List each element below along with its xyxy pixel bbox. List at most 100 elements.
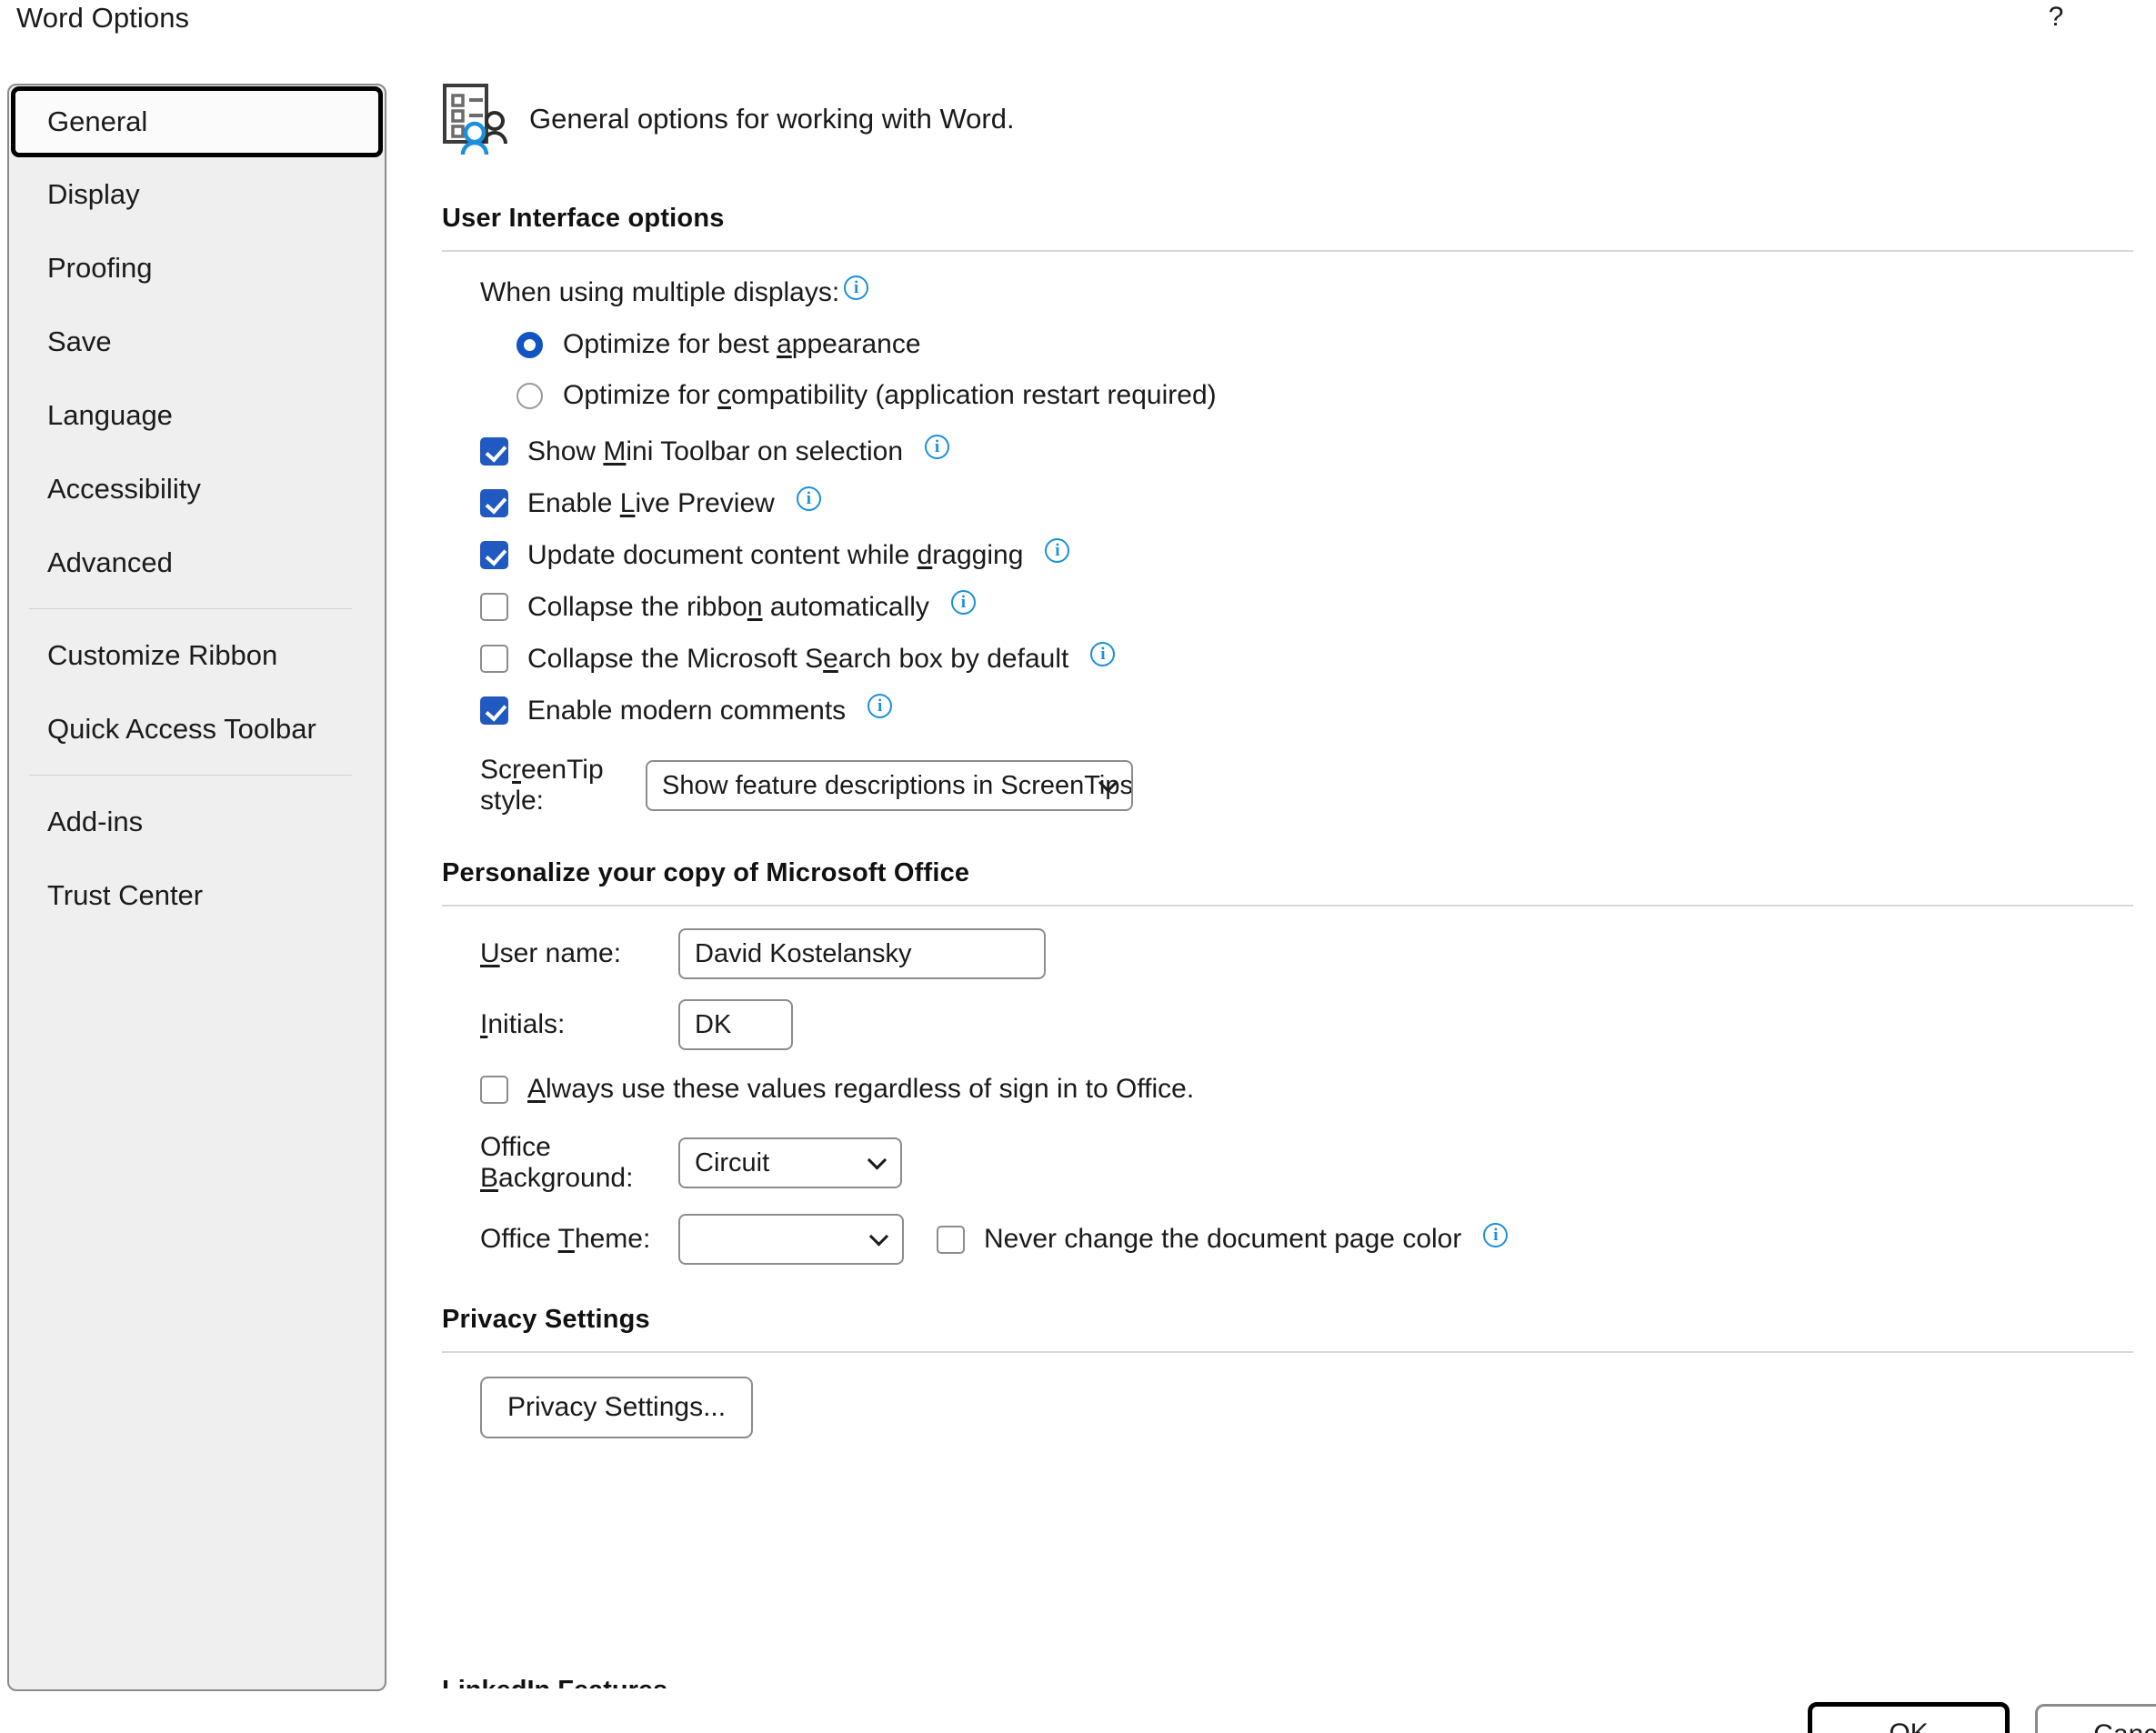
multiple-displays-text: When using multiple displays: (480, 277, 839, 308)
always-use-values-label: Always use these values regardless of si… (527, 1074, 1194, 1105)
info-icon[interactable]: i (925, 435, 949, 459)
office-theme-label-pre: Office (480, 1224, 558, 1254)
office-bg-label-post: ackground: (498, 1163, 633, 1193)
office-background-row: Office Background: Circuit (480, 1132, 2133, 1194)
personalize-body: User name: David Kostelansky Initials: D… (442, 928, 2133, 1265)
sidebar-item-label: General (47, 105, 147, 137)
ui-checkbox-row-4[interactable]: Collapse the Microsoft Search box by def… (480, 642, 2133, 676)
section-heading-ui-options: User Interface options (442, 204, 2133, 234)
ui-checkbox-row-5[interactable]: Enable modern commentsi (480, 694, 2133, 727)
section-heading-privacy: Privacy Settings (442, 1305, 2133, 1335)
checkbox[interactable] (480, 489, 508, 517)
user-name-label-accel: U (480, 938, 500, 968)
office-background-value: Circuit (695, 1148, 769, 1178)
word-options-dialog: Word Options ? General Display Proofing Sav… (0, 0, 2156, 1733)
sidebar-item-label: Save (47, 326, 112, 357)
never-change-page-color-row[interactable]: Never change the document page color i (937, 1223, 1508, 1257)
sidebar-item-display[interactable]: Display (9, 157, 385, 231)
office-bg-label-pre: Office (480, 1132, 551, 1162)
checkbox-label: Enable Live Preview (527, 488, 775, 519)
sidebar-item-label: Display (47, 178, 140, 210)
screentip-style-row: ScreenTip style: Show feature descriptio… (480, 755, 2133, 816)
sidebar-item-customize-ribbon[interactable]: Customize Ribbon (9, 618, 385, 692)
sidebar-divider (29, 608, 352, 609)
sidebar-divider (29, 775, 352, 776)
checkbox-label: Collapse the Microsoft Search box by def… (527, 644, 1068, 675)
sidebar-item-accessibility[interactable]: Accessibility (9, 452, 385, 526)
sidebar-item-label: Accessibility (47, 473, 201, 505)
office-background-dropdown[interactable]: Circuit (678, 1137, 902, 1188)
sidebar-item-trust-center[interactable]: Trust Center (9, 858, 385, 932)
section-divider (442, 905, 2133, 907)
radio-button[interactable] (516, 332, 543, 358)
sidebar-item-add-ins[interactable]: Add-ins (9, 785, 385, 858)
cancel-button[interactable]: Cancel (2035, 1704, 2156, 1733)
sidebar-item-label: Add-ins (47, 806, 143, 837)
info-icon[interactable]: i (1483, 1223, 1508, 1247)
sidebar-item-label: Advanced (47, 546, 173, 578)
initials-input[interactable]: DK (678, 999, 793, 1050)
info-icon[interactable]: i (797, 486, 821, 511)
chevron-down-icon (867, 1150, 887, 1169)
page-title: Word Options (16, 2, 189, 35)
office-theme-dropdown[interactable] (678, 1214, 904, 1265)
info-icon[interactable]: i (867, 694, 892, 718)
checkbox[interactable] (480, 593, 508, 621)
sidebar-item-general[interactable]: General (11, 86, 383, 157)
radio-label: Optimize for best appearance (563, 329, 921, 360)
user-name-label-post: ser name: (500, 938, 621, 968)
initials-label-post: nitials: (487, 1009, 565, 1039)
user-name-input[interactable]: David Kostelansky (678, 928, 1046, 979)
screentip-style-dropdown[interactable]: Show feature descriptions in ScreenTips (646, 760, 1133, 811)
initials-label: Initials: (480, 1009, 678, 1040)
options-person-icon (442, 84, 509, 155)
sidebar-nav: General Display Proofing Save Language Access… (7, 84, 386, 1691)
checkbox-label: Show Mini Toolbar on selection (527, 436, 903, 467)
sidebar-item-label: Customize Ribbon (47, 639, 277, 671)
checkbox[interactable] (480, 541, 508, 569)
checkbox[interactable] (480, 696, 508, 725)
multiple-displays-label: When using multiple displays: i (480, 275, 2133, 309)
ui-checkbox-row-3[interactable]: Collapse the ribbon automatically i (480, 590, 2133, 624)
always-use-values-checkbox-row[interactable]: Always use these values regardless of si… (480, 1074, 2133, 1105)
ui-checkbox-row-0[interactable]: Show Mini Toolbar on selection i (480, 435, 2133, 468)
office-theme-label-accel: T (558, 1224, 575, 1254)
always-use-post: lways use these values regardless of sig… (546, 1074, 1194, 1104)
checkbox-label: Collapse the ribbon automatically (527, 592, 929, 623)
displays-radio-option-1[interactable]: Optimize for compatibility (application … (480, 380, 2133, 411)
chevron-down-icon (869, 1227, 888, 1246)
info-icon[interactable]: i (844, 275, 868, 300)
sidebar-item-label: Trust Center (47, 879, 203, 911)
sidebar-item-quick-access-toolbar[interactable]: Quick Access Toolbar (9, 692, 385, 766)
screentip-label-accel: r (512, 755, 521, 785)
office-theme-row: Office Theme: Never change the document … (480, 1214, 2133, 1265)
always-use-values-checkbox[interactable] (480, 1076, 508, 1104)
radio-button[interactable] (516, 383, 543, 409)
help-icon[interactable]: ? (2040, 2, 2072, 35)
never-change-page-color-checkbox[interactable] (937, 1226, 965, 1254)
ui-checkbox-row-1[interactable]: Enable Live Preview i (480, 486, 2133, 520)
privacy-settings-button[interactable]: Privacy Settings... (480, 1377, 753, 1438)
never-change-page-color-label: Never change the document page color (984, 1224, 1461, 1255)
screentip-style-label: ScreenTip style: (480, 755, 646, 816)
checkbox[interactable] (480, 437, 508, 466)
displays-radio-option-0[interactable]: Optimize for best appearance (480, 329, 2133, 360)
info-icon[interactable]: i (1045, 538, 1069, 563)
info-icon[interactable]: i (1090, 642, 1115, 666)
checkbox-label: Update document content while dragging (527, 540, 1023, 571)
initials-row: Initials: DK (480, 999, 2133, 1050)
sidebar-item-language[interactable]: Language (9, 378, 385, 452)
office-theme-label: Office Theme: (480, 1224, 678, 1255)
sidebar-item-label: Proofing (47, 252, 152, 284)
checkbox[interactable] (480, 645, 508, 673)
sidebar-item-save[interactable]: Save (9, 305, 385, 378)
displays-radio-group: Optimize for best appearance Optimize for… (480, 329, 2133, 411)
sidebar-item-advanced[interactable]: Advanced (9, 526, 385, 599)
user-name-row: User name: David Kostelansky (480, 928, 2133, 979)
info-icon[interactable]: i (951, 590, 976, 615)
screentip-style-value: Show feature descriptions in ScreenTips (662, 771, 1133, 801)
sidebar-item-proofing[interactable]: Proofing (9, 231, 385, 305)
ok-button[interactable]: OK (1808, 1702, 2010, 1733)
ui-checkbox-row-2[interactable]: Update document content while dragging i (480, 538, 2133, 572)
ui-checkbox-group: Show Mini Toolbar on selectioniEnable Li… (480, 435, 2133, 727)
